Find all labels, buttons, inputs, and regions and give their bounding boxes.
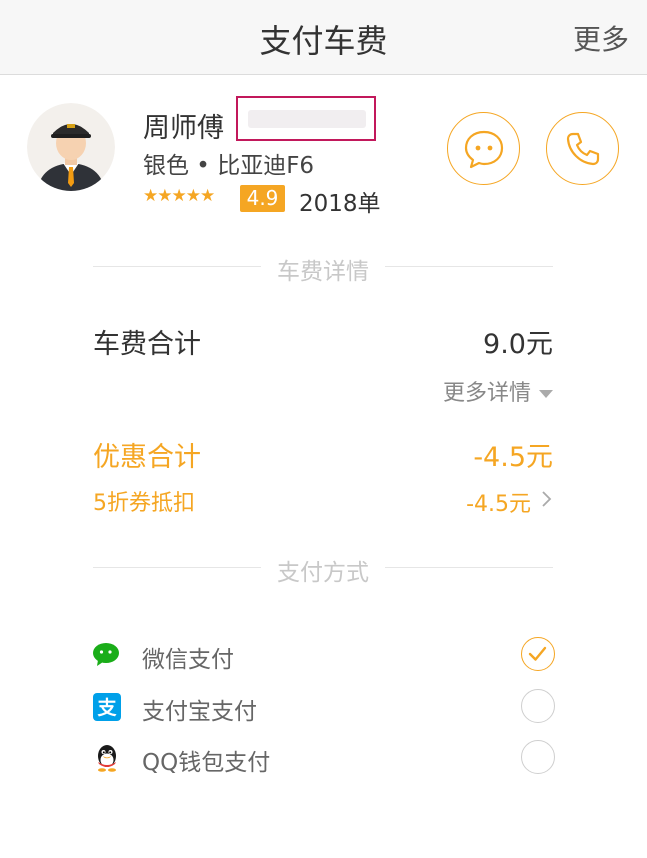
coupon-label[interactable]: 5折券抵扣 <box>93 485 195 517</box>
payment-option-alipay[interactable]: 支 支付宝支付 <box>93 689 555 729</box>
coupon-value[interactable]: -4.5元 <box>466 486 531 518</box>
redaction-blur <box>248 110 366 128</box>
more-details-label: 更多详情 <box>442 381 531 406</box>
payment-option-wechat[interactable]: 微信支付 <box>93 637 555 677</box>
call-driver-button[interactable] <box>546 112 619 185</box>
payment-option-qq[interactable]: QQ钱包支付 <box>93 740 555 780</box>
payment-method-heading: 支付方式 <box>265 560 381 586</box>
phone-icon <box>566 132 599 165</box>
svg-text:支: 支 <box>96 697 117 719</box>
fare-details-divider: 车费详情 <box>93 252 553 285</box>
discount-total-label: 优惠合计 <box>93 442 201 473</box>
order-count: 2018单 <box>299 191 381 217</box>
more-button[interactable]: 更多 <box>573 18 629 58</box>
page-title: 支付车费 <box>259 22 388 60</box>
chevron-right-icon[interactable] <box>540 488 554 510</box>
top-bar: 支付车费 更多 <box>0 0 647 75</box>
checkmark-icon <box>528 646 547 661</box>
payment-label-qq: QQ钱包支付 <box>142 750 271 776</box>
payment-label-alipay: 支付宝支付 <box>142 699 257 725</box>
alipay-icon: 支 <box>93 693 121 721</box>
radio-unchecked-alipay[interactable] <box>521 689 555 723</box>
payment-label-wechat: 微信支付 <box>142 647 234 673</box>
car-info: 银色 • 比亚迪F6 <box>143 153 315 179</box>
more-details-toggle[interactable]: 更多详情 <box>443 375 553 407</box>
fare-total-value: 9.0元 <box>483 329 553 360</box>
driver-avatar <box>27 103 115 191</box>
discount-total-value: -4.5元 <box>473 442 553 473</box>
fare-total-label: 车费合计 <box>93 329 201 360</box>
radio-unchecked-qq[interactable] <box>521 740 555 774</box>
qq-icon <box>98 745 116 772</box>
driver-name: 周师傅 <box>143 113 224 144</box>
dropdown-arrow-icon <box>539 390 553 398</box>
payment-method-divider: 支付方式 <box>93 553 553 586</box>
chat-bubble-icon <box>464 130 503 168</box>
license-plate-redacted <box>236 96 376 141</box>
rating-stars-icon: ★★★★★ <box>143 186 215 206</box>
rating-badge: 4.9 <box>240 185 285 212</box>
message-driver-button[interactable] <box>447 112 520 185</box>
radio-checked-wechat[interactable] <box>521 637 555 671</box>
fare-details-heading: 车费详情 <box>265 259 381 285</box>
wechat-icon <box>93 643 119 666</box>
